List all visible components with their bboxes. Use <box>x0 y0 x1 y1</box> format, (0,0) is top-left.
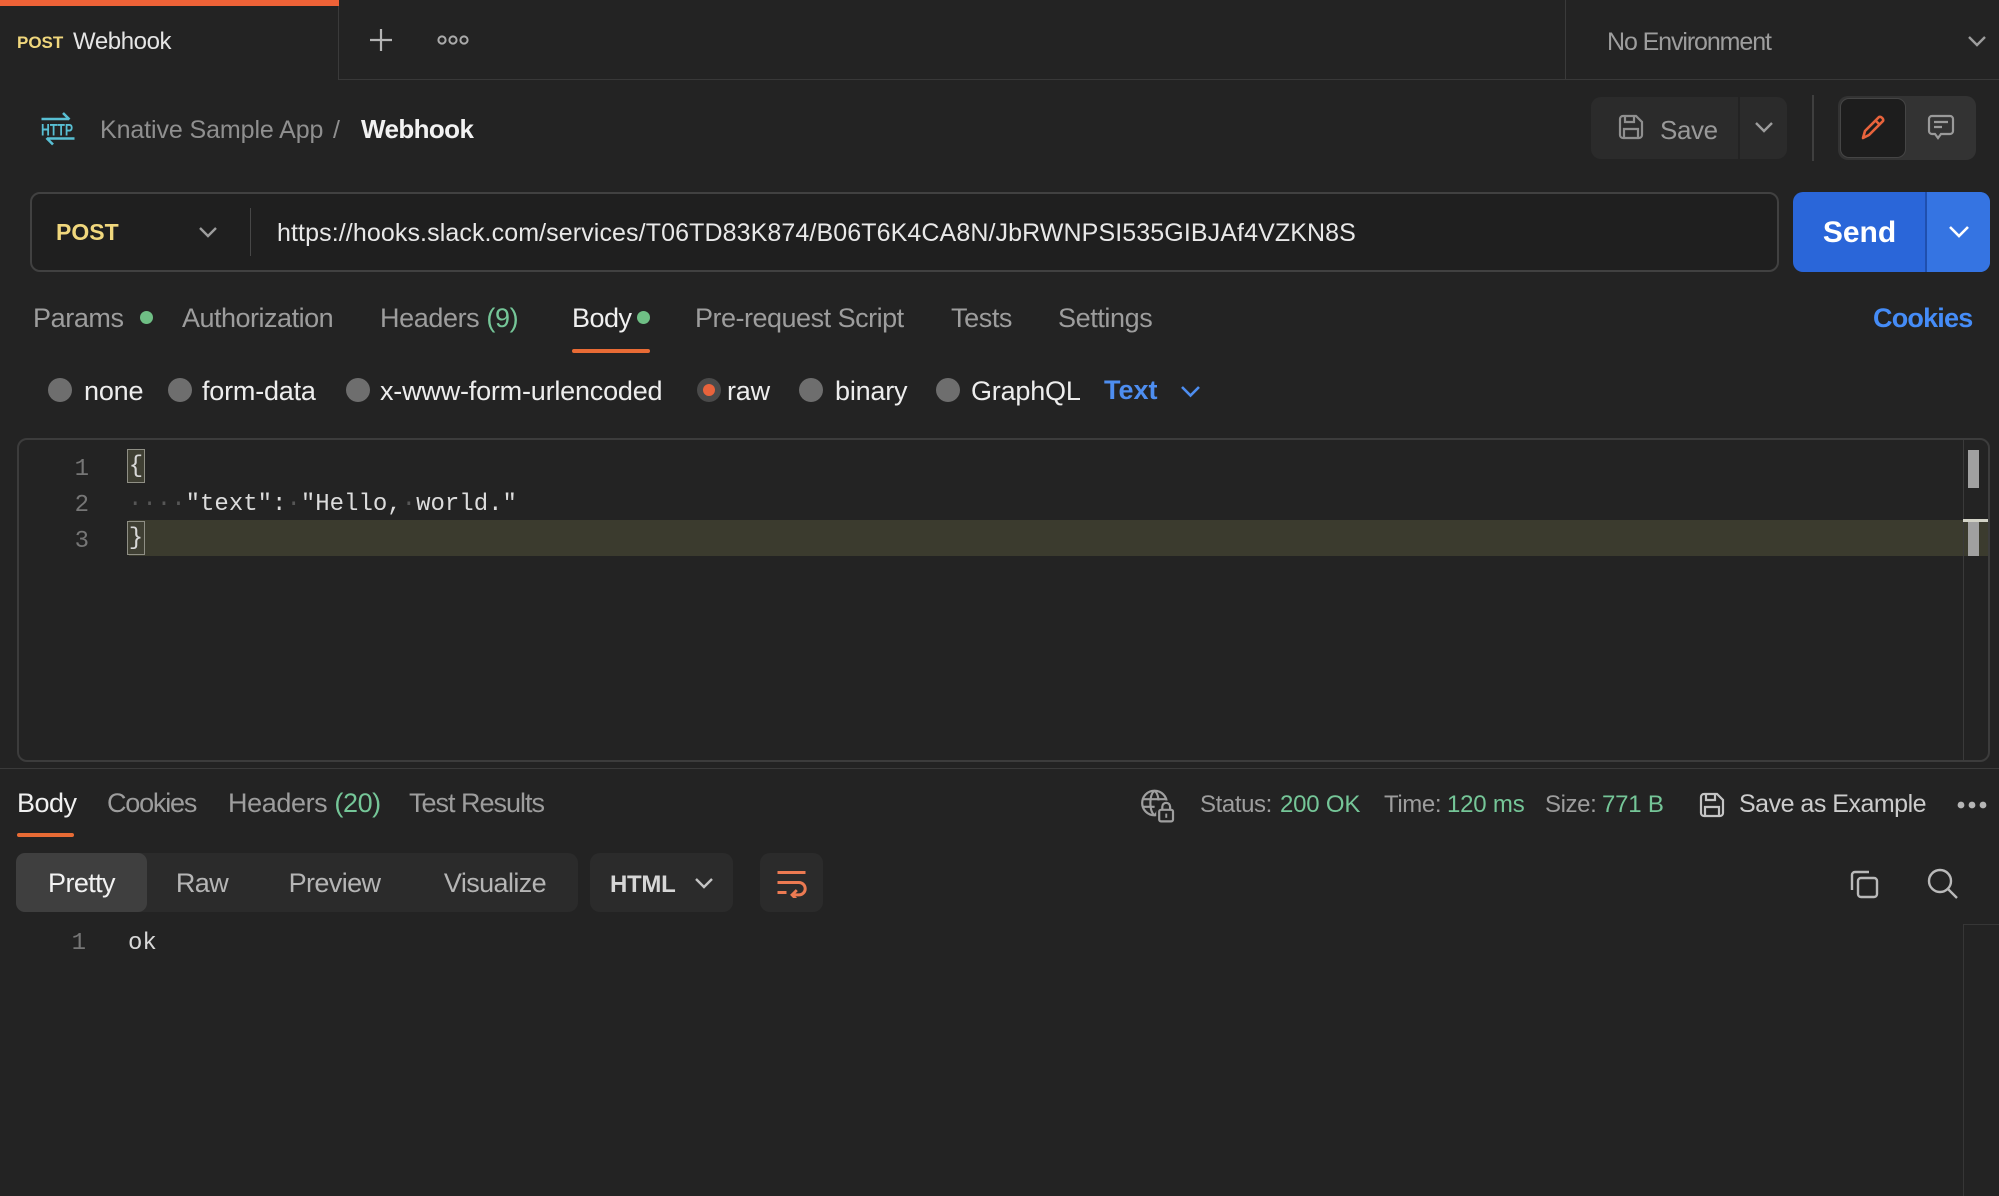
svg-text:HTTP: HTTP <box>41 121 73 140</box>
